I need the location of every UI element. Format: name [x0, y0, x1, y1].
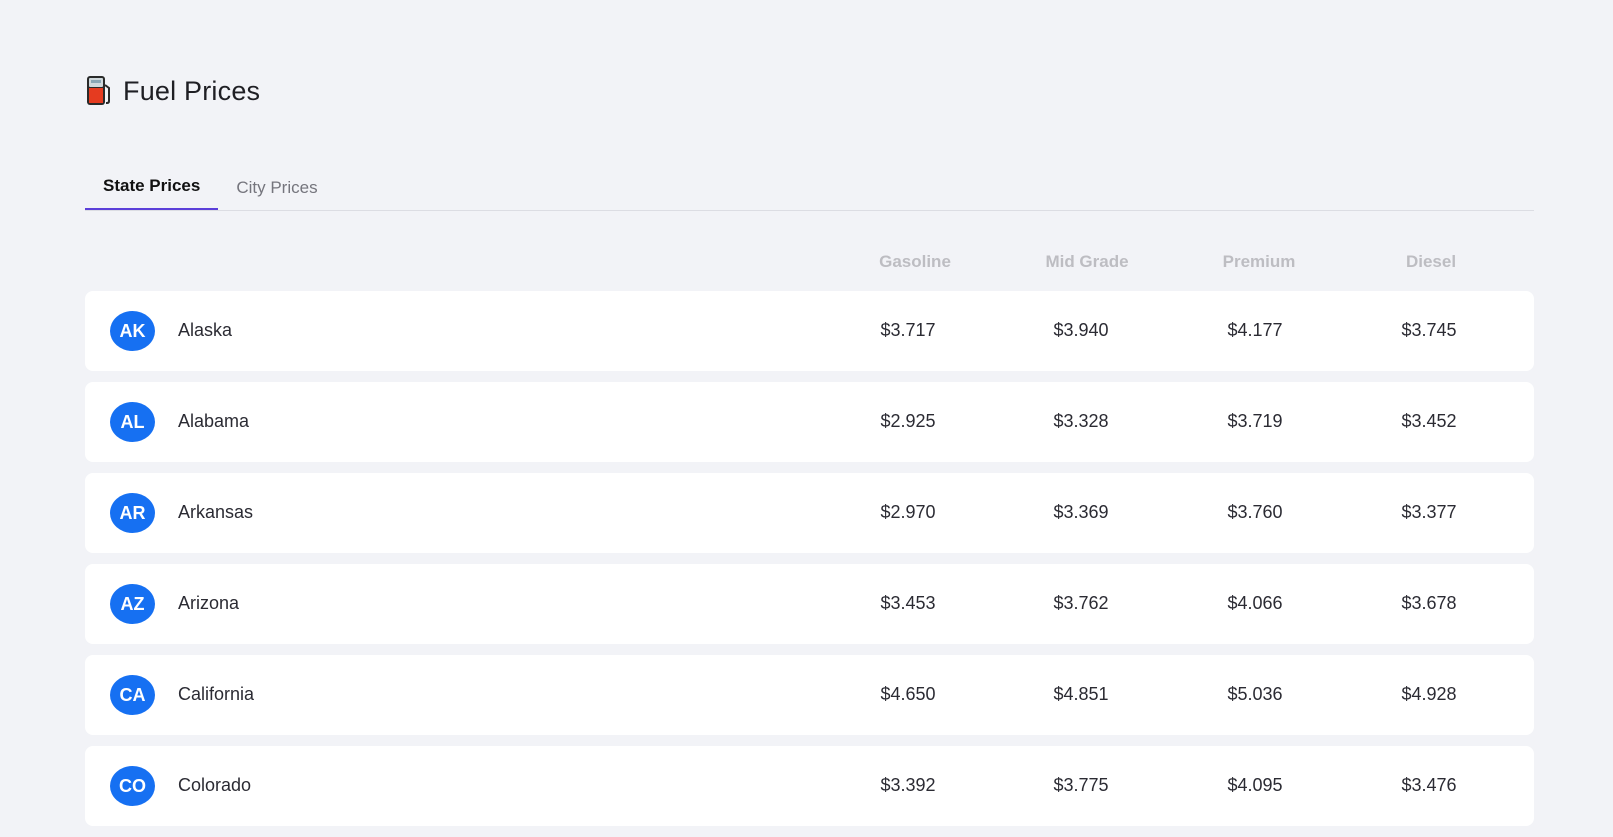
- state-price-list: AK Alaska $3.717 $3.940 $4.177 $3.745 AL…: [85, 291, 1534, 837]
- column-header-gasoline: Gasoline: [879, 252, 951, 271]
- state-code-badge: CO: [110, 766, 155, 806]
- tab-bar: State Prices City Prices: [85, 166, 1534, 211]
- state-code-badge: AZ: [110, 584, 155, 624]
- diesel-price: $4.928: [1401, 684, 1457, 704]
- state-code-badge: AR: [110, 493, 155, 533]
- state-code-badge: AK: [110, 311, 155, 351]
- table-row[interactable]: AK Alaska $3.717 $3.940 $4.177 $3.745: [85, 291, 1534, 371]
- state-name: Alabama: [178, 411, 250, 431]
- premium-price: $3.719: [1227, 411, 1283, 431]
- table-header: Gasoline Mid Grade Premium Diesel: [85, 252, 1534, 276]
- diesel-price: $3.745: [1401, 320, 1457, 340]
- diesel-price: $3.377: [1401, 502, 1457, 522]
- gasoline-price: $3.392: [880, 775, 936, 795]
- mid-grade-price: $3.775: [1053, 775, 1109, 795]
- premium-price: $5.036: [1227, 684, 1283, 704]
- column-header-premium: Premium: [1222, 252, 1296, 271]
- gasoline-price: $3.453: [880, 593, 936, 613]
- mid-grade-price: $4.851: [1053, 684, 1109, 704]
- state-code-badge: CA: [110, 675, 155, 715]
- page-title: Fuel Prices: [123, 75, 261, 106]
- table-row[interactable]: AZ Arizona $3.453 $3.762 $4.066 $3.678: [85, 564, 1534, 644]
- diesel-price: $3.452: [1401, 411, 1457, 431]
- premium-price: $4.095: [1227, 775, 1283, 795]
- tab-city-prices[interactable]: City Prices: [218, 166, 335, 210]
- mid-grade-price: $3.940: [1053, 320, 1109, 340]
- table-row[interactable]: AR Arkansas $2.970 $3.369 $3.760 $3.377: [85, 473, 1534, 553]
- gasoline-price: $2.970: [880, 502, 936, 522]
- diesel-price: $3.476: [1401, 775, 1457, 795]
- table-row[interactable]: CO Colorado $3.392 $3.775 $4.095 $3.476: [85, 746, 1534, 826]
- state-name: California: [178, 684, 255, 704]
- table-row[interactable]: AL Alabama $2.925 $3.328 $3.719 $3.452: [85, 382, 1534, 462]
- premium-price: $4.177: [1227, 320, 1283, 340]
- state-name: Colorado: [178, 775, 252, 795]
- table-row[interactable]: CA California $4.650 $4.851 $5.036 $4.92…: [85, 655, 1534, 735]
- gasoline-price: $2.925: [880, 411, 936, 431]
- premium-price: $3.760: [1227, 502, 1283, 522]
- state-name: Alaska: [178, 320, 233, 340]
- column-header-diesel: Diesel: [1405, 252, 1457, 271]
- mid-grade-price: $3.328: [1053, 411, 1109, 431]
- gasoline-price: $3.717: [880, 320, 936, 340]
- fuel-pump-icon: [87, 76, 110, 105]
- column-header-mid-grade: Mid Grade: [1045, 252, 1129, 271]
- page-header: Fuel Prices: [85, 74, 260, 108]
- state-name: Arkansas: [178, 502, 254, 522]
- state-name: Arizona: [178, 593, 240, 613]
- mid-grade-price: $3.762: [1053, 593, 1109, 613]
- gasoline-price: $4.650: [880, 684, 936, 704]
- premium-price: $4.066: [1227, 593, 1283, 613]
- mid-grade-price: $3.369: [1053, 502, 1109, 522]
- state-code-badge: AL: [110, 402, 155, 442]
- diesel-price: $3.678: [1401, 593, 1457, 613]
- tab-state-prices[interactable]: State Prices: [85, 166, 219, 210]
